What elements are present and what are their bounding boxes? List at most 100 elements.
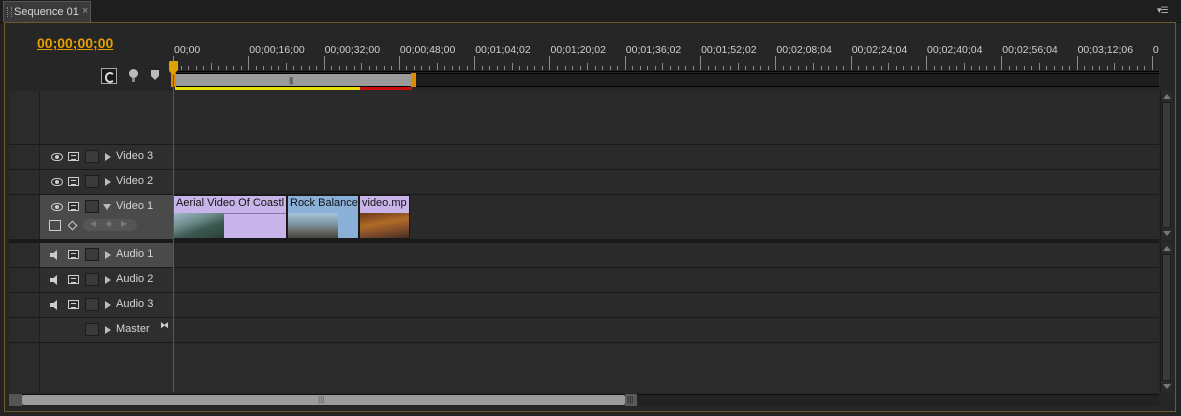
expand-arrow-icon[interactable] — [105, 301, 111, 309]
track-lock-toggle[interactable] — [85, 200, 99, 213]
video-vertical-scrollbar[interactable] — [1160, 91, 1172, 240]
ruler-tick — [188, 66, 189, 70]
track-lock-toggle[interactable] — [85, 175, 99, 188]
ruler-tick — [218, 66, 219, 70]
keyframe-navigator[interactable]: ◀ ◆ ▶ — [83, 219, 137, 231]
track-row-audio-2[interactable] — [173, 268, 1159, 293]
ruler-tick — [693, 66, 694, 70]
ruler-tick — [723, 66, 724, 70]
scroll-thumb[interactable] — [1162, 102, 1171, 228]
ruler-tick — [768, 66, 769, 70]
scroll-up-icon[interactable] — [1163, 94, 1171, 99]
track-row-audio-1[interactable] — [173, 243, 1159, 268]
work-area-bar[interactable] — [173, 74, 414, 86]
panel-menu-icon[interactable]: ▾☰ — [1157, 5, 1171, 16]
track-lock-toggle[interactable] — [85, 150, 99, 163]
ruler-tick — [248, 56, 249, 70]
clip-rock-balance[interactable]: Rock Balance — [287, 195, 359, 239]
audio-vertical-scrollbar[interactable] — [1160, 243, 1172, 393]
display-style-icon[interactable] — [49, 220, 61, 231]
prev-keyframe-icon[interactable]: ◀ — [90, 219, 96, 228]
collapse-arrow-icon[interactable] — [103, 204, 111, 210]
scroll-up-icon[interactable] — [1163, 246, 1171, 251]
add-keyframe-icon[interactable]: ◆ — [106, 219, 112, 228]
eye-icon[interactable] — [51, 203, 63, 211]
ruler-tick — [1092, 66, 1093, 70]
clip-video-mp4[interactable]: video.mp — [359, 195, 410, 239]
track-lock-toggle[interactable] — [85, 248, 99, 261]
eye-icon[interactable] — [51, 153, 63, 161]
ruler-tick — [738, 63, 739, 70]
sync-lock-icon[interactable] — [68, 275, 79, 284]
ruler-label: 00;00;48;00 — [399, 44, 456, 56]
work-area-end-handle[interactable] — [411, 73, 416, 87]
zoom-grip-icon[interactable]: ||| — [627, 395, 633, 404]
sync-lock-icon[interactable] — [68, 177, 79, 186]
bulb-icon[interactable] — [127, 68, 143, 84]
current-timecode[interactable]: 00;00;00;00 — [37, 35, 113, 51]
track-name: Video 2 — [116, 175, 154, 187]
marker-icon[interactable] — [151, 70, 159, 80]
sync-lock-icon[interactable] — [68, 250, 79, 259]
ruler-tick — [1024, 66, 1025, 70]
ruler-tick — [617, 66, 618, 70]
ruler-tick — [595, 66, 596, 70]
ruler-tick — [708, 66, 709, 70]
ruler-tick — [1084, 66, 1085, 70]
track-lock-toggle[interactable] — [85, 323, 99, 336]
expand-arrow-icon[interactable] — [105, 326, 111, 334]
expand-arrow-icon[interactable] — [105, 153, 111, 161]
ruler-tick — [278, 66, 279, 70]
ruler-tick — [519, 66, 520, 70]
ruler-tick — [497, 66, 498, 70]
speaker-icon[interactable] — [50, 250, 62, 260]
speaker-icon[interactable] — [50, 275, 62, 285]
snap-icon[interactable] — [101, 68, 117, 84]
ruler-tick — [670, 66, 671, 70]
ruler-tick — [580, 66, 581, 70]
zoom-left-handle[interactable] — [9, 394, 22, 406]
sync-lock-icon[interactable] — [68, 300, 79, 309]
ruler-tick — [406, 66, 407, 70]
work-area-grip-icon[interactable]: ||| — [289, 76, 293, 85]
track-lock-toggle[interactable] — [85, 273, 99, 286]
tab-grip-icon[interactable] — [7, 7, 12, 17]
ruler-tick — [602, 66, 603, 70]
ruler-tick — [843, 66, 844, 70]
scroll-thumb[interactable] — [1162, 254, 1171, 381]
video-empty-row[interactable] — [173, 91, 1159, 145]
expand-arrow-icon[interactable] — [105, 251, 111, 259]
track-row-video-2[interactable] — [173, 170, 1159, 195]
speaker-icon[interactable] — [50, 300, 62, 310]
playhead-handle[interactable] — [169, 61, 178, 75]
ruler-tick — [316, 66, 317, 70]
track-row-video-3[interactable] — [173, 145, 1159, 170]
ruler-tick — [346, 66, 347, 70]
track-row-audio-3[interactable] — [173, 293, 1159, 318]
ruler-tick — [753, 66, 754, 70]
next-keyframe-icon[interactable]: ▶ — [121, 219, 127, 228]
sync-lock-icon[interactable] — [68, 202, 79, 211]
expand-arrow-icon[interactable] — [105, 276, 111, 284]
ruler-tick — [775, 56, 776, 70]
track-side — [9, 293, 40, 317]
playhead-line[interactable] — [173, 70, 174, 392]
ruler-tick — [474, 56, 475, 70]
tab-close-icon[interactable]: × — [82, 5, 88, 17]
track-header-audio-2: Audio 2 — [9, 268, 173, 293]
scroll-down-icon[interactable] — [1163, 231, 1171, 236]
time-ruler[interactable]: 00;00 00;00;16;00 00;00;32;00 00;00;48;00 00… — [173, 42, 1159, 70]
scroll-grip-icon[interactable]: ||| — [318, 395, 324, 404]
tab-bar: Sequence 01 × ▾☰ — [0, 0, 1181, 23]
scroll-down-icon[interactable] — [1163, 384, 1171, 389]
expand-arrow-icon[interactable] — [105, 178, 111, 186]
ruler-tick — [241, 66, 242, 70]
ruler-tick — [866, 66, 867, 70]
tab-sequence-01[interactable]: Sequence 01 × — [3, 1, 91, 22]
track-lock-toggle[interactable] — [85, 298, 99, 311]
ruler-tick — [873, 66, 874, 70]
clip-aerial-video[interactable]: Aerial Video Of Coastl — [173, 195, 287, 239]
sync-lock-icon[interactable] — [68, 152, 79, 161]
track-row-master[interactable] — [173, 318, 1159, 343]
eye-icon[interactable] — [51, 178, 63, 186]
